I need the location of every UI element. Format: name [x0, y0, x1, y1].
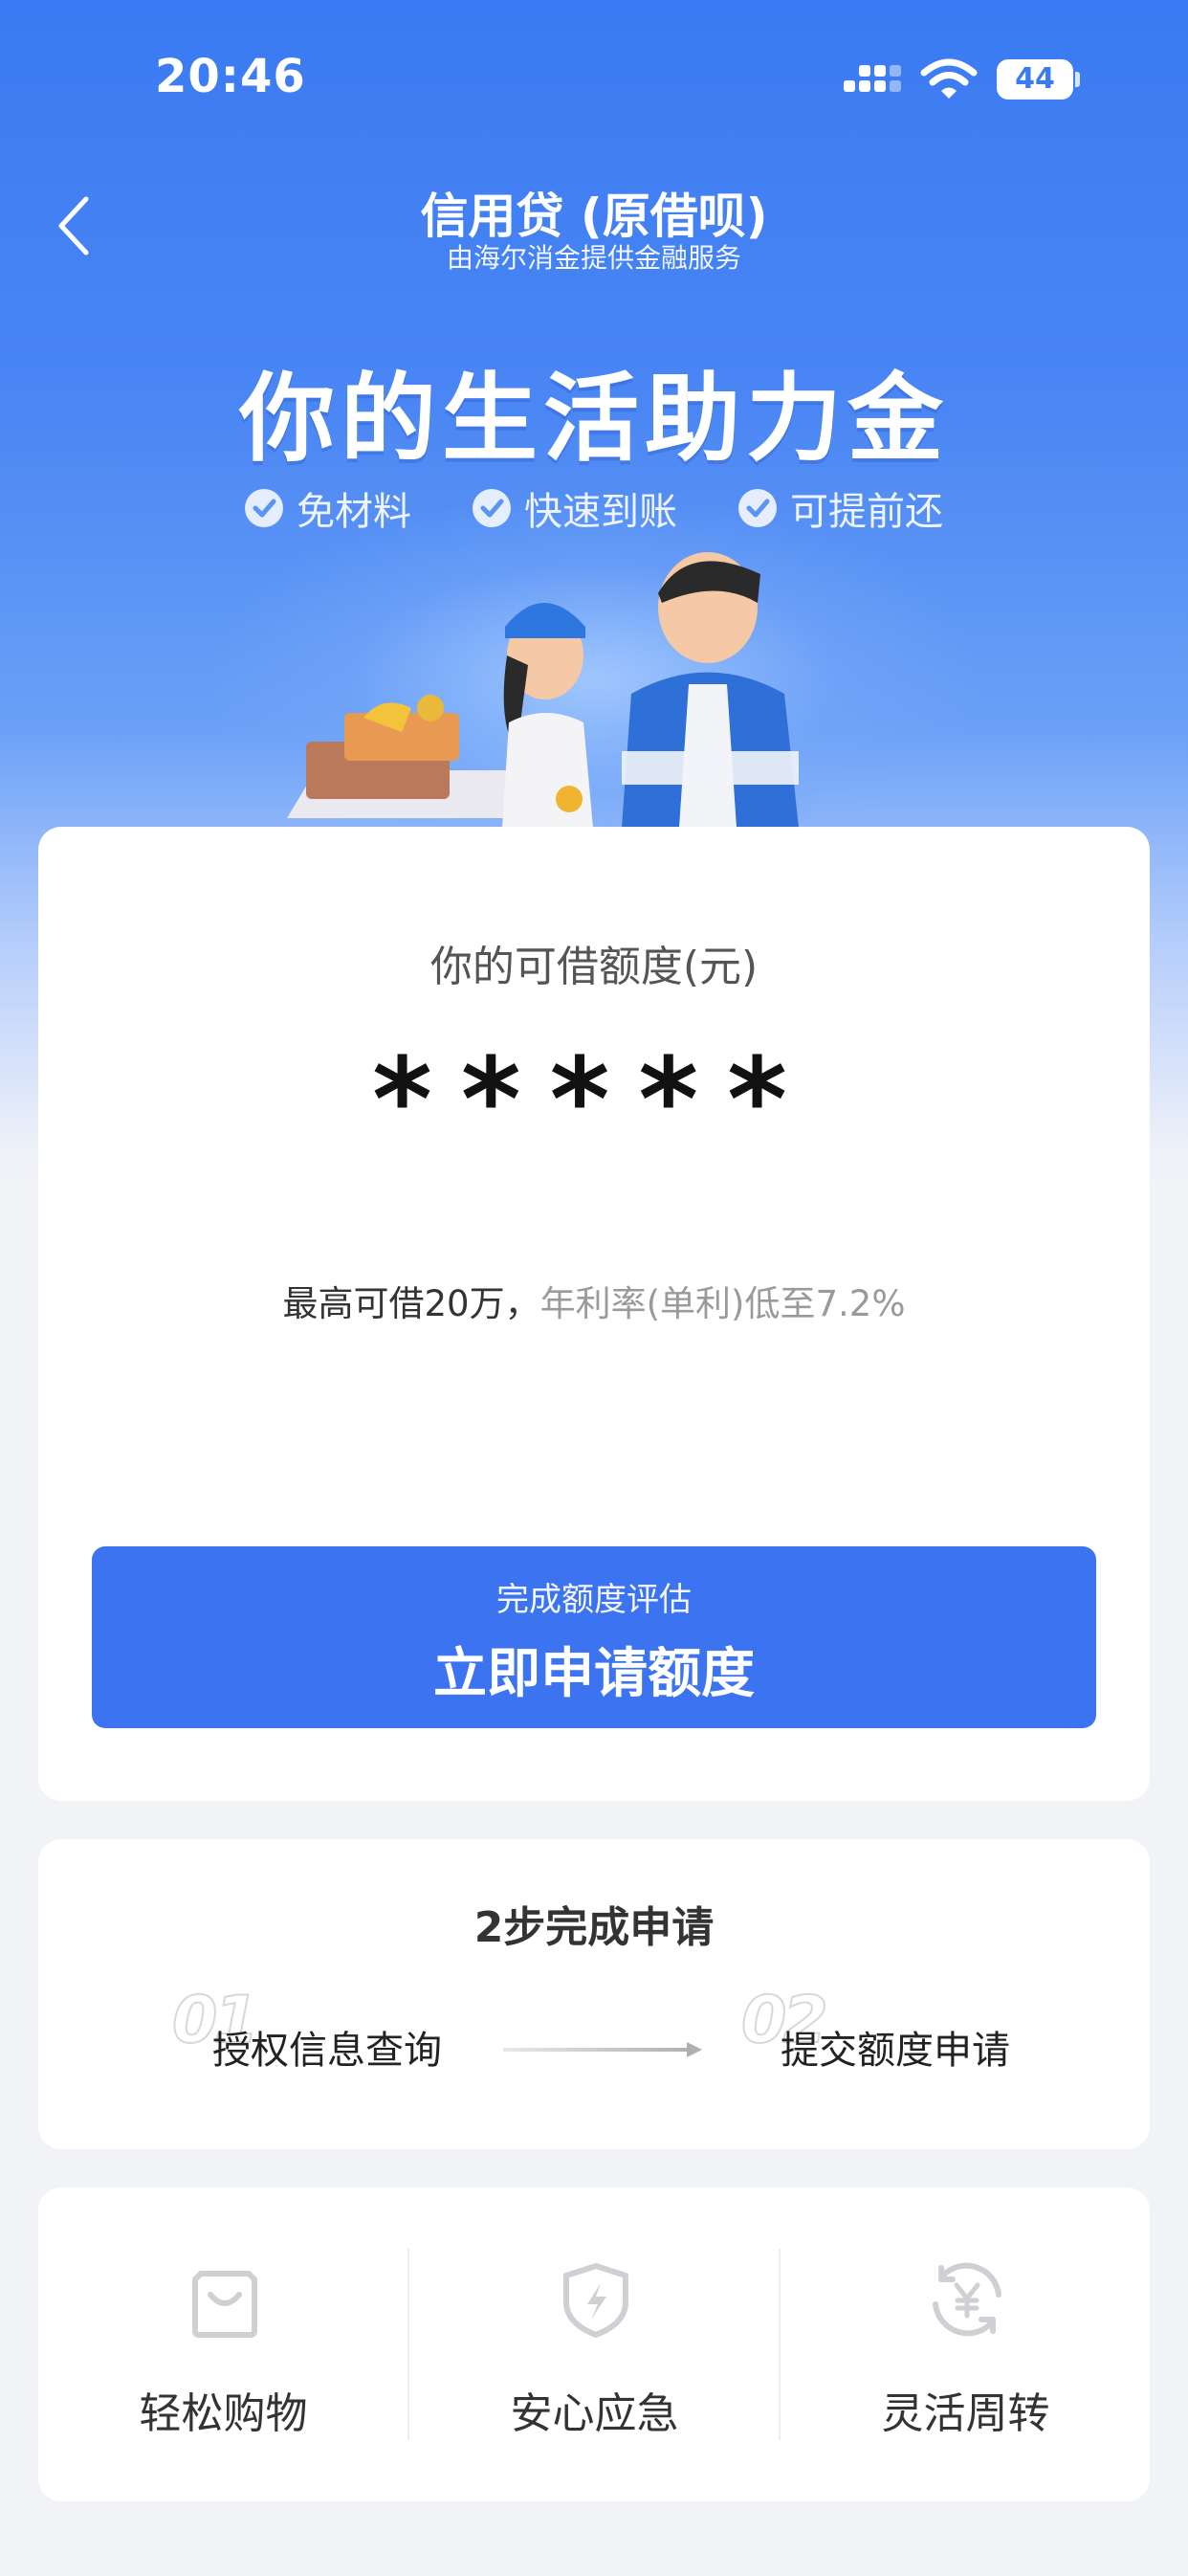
- battery-tip: [1075, 72, 1080, 87]
- battery-indicator: 44: [997, 59, 1080, 100]
- feature-label: 可提前还: [790, 490, 943, 534]
- page-subtitle: 由海尔消金提供金融服务: [446, 242, 741, 274]
- check-icon: [738, 489, 777, 527]
- cellular-signal-icon: [844, 65, 901, 92]
- benefits-card: 轻松购物 安心应急 灵活周转: [38, 2187, 1150, 2501]
- limit-info: 最高可借20万，年利率(单利)低至7.2%: [38, 1275, 1150, 1326]
- check-icon: [473, 489, 511, 527]
- feature-item: 免材料: [245, 480, 411, 536]
- battery-level: 44: [997, 59, 1073, 100]
- max-limit-text: 最高可借20万，: [282, 1283, 540, 1324]
- apply-button-subtitle: 完成额度评估: [496, 1581, 692, 1619]
- credit-limit-card: 你的可借额度(元) ***** 最高可借20万，年利率(单利)低至7.2% 完成…: [38, 827, 1150, 1801]
- check-icon: [245, 489, 283, 527]
- limit-value-masked: *****: [372, 1034, 816, 1167]
- shopping-bag-icon: [192, 2271, 257, 2338]
- hero-illustration: [287, 552, 799, 828]
- benefit-label: 灵活周转: [881, 2389, 1050, 2438]
- benefit-item-turnover[interactable]: 灵活周转: [781, 2187, 1151, 2501]
- wifi-icon: [920, 58, 978, 99]
- apply-limit-button[interactable]: 完成额度评估 立即申请额度: [92, 1546, 1096, 1728]
- feature-item: 快速到账: [473, 480, 677, 536]
- feature-label: 快速到账: [524, 490, 677, 534]
- apply-button-label: 立即申请额度: [433, 1643, 755, 1705]
- feature-label: 免材料: [297, 490, 411, 534]
- step-label: 授权信息查询: [212, 2029, 442, 2073]
- arrow-right-icon: [503, 2042, 702, 2057]
- step-label: 提交额度申请: [781, 2029, 1010, 2073]
- steps-title: 2步完成申请: [473, 1903, 715, 1952]
- benefit-item-shopping[interactable]: 轻松购物: [38, 2187, 408, 2501]
- benefit-label: 轻松购物: [139, 2389, 308, 2438]
- feature-list: 免材料 快速到账 可提前还: [0, 480, 1188, 536]
- benefit-item-emergency[interactable]: 安心应急: [409, 2187, 780, 2501]
- benefit-label: 安心应急: [510, 2389, 679, 2438]
- interest-rate-text: 年利率(单利)低至7.2%: [539, 1283, 906, 1324]
- feature-item: 可提前还: [738, 480, 943, 536]
- hero-slogan: 你的生活助力金: [239, 363, 949, 475]
- steps-card: 2步完成申请 01 授权信息查询 02 提交额度申请: [38, 1839, 1150, 2149]
- shield-bolt-icon: [563, 2263, 628, 2338]
- status-time: 20:46: [155, 50, 306, 103]
- limit-label: 你的可借额度(元): [429, 943, 759, 991]
- yuan-cycle-icon: [933, 2262, 1001, 2337]
